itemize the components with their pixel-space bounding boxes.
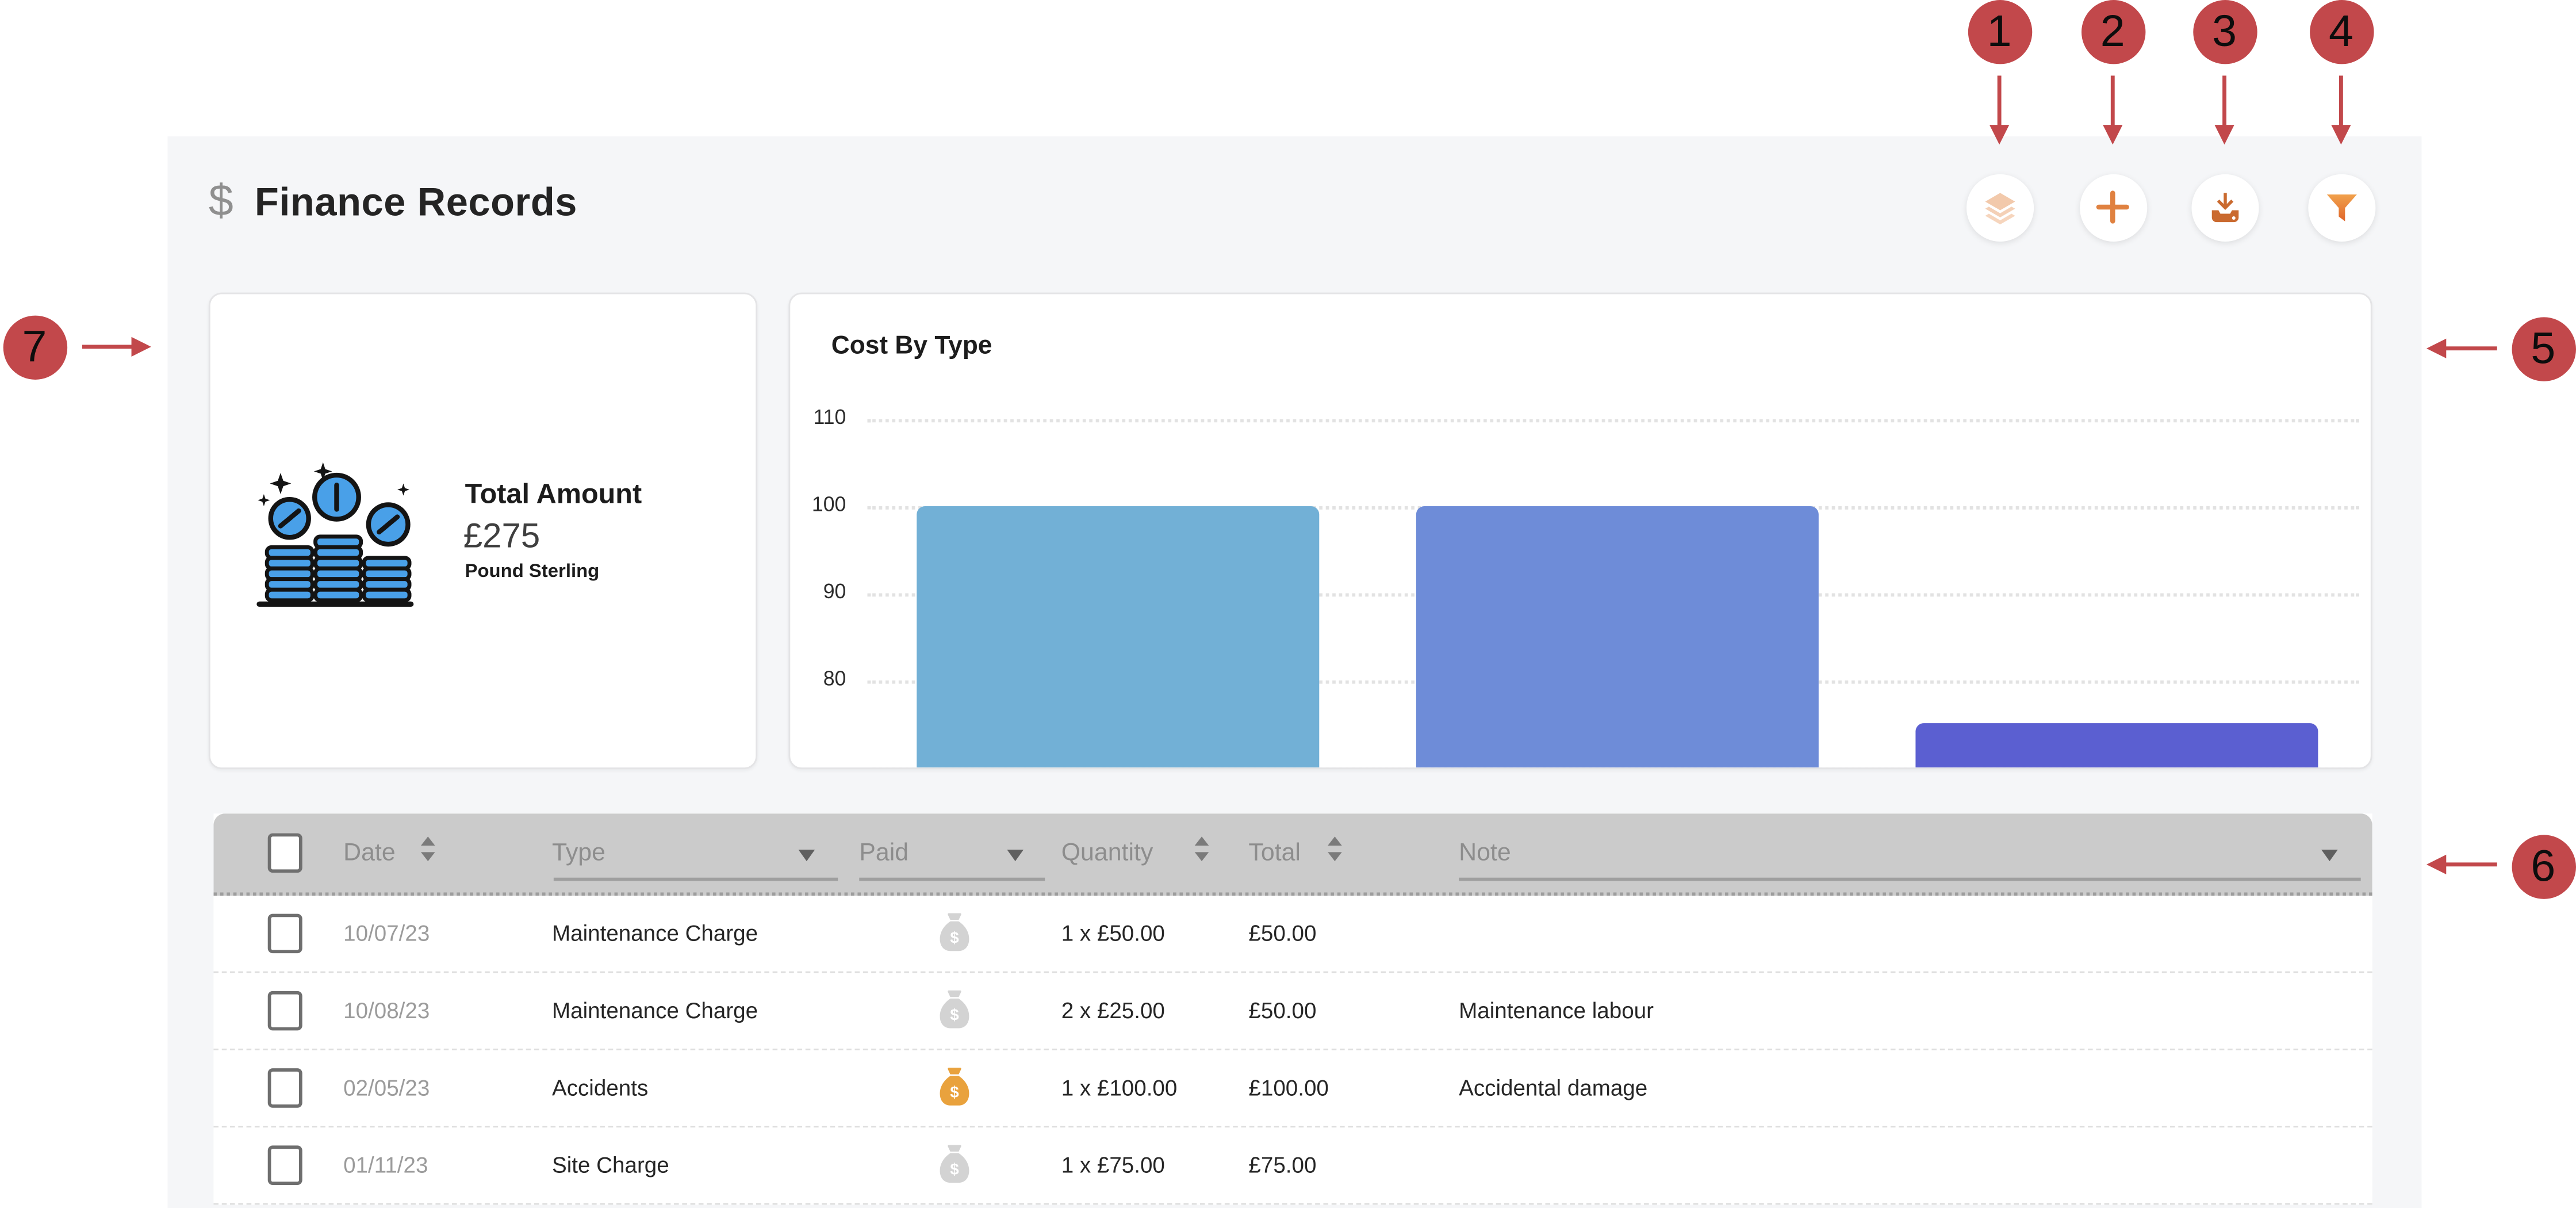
column-header-total[interactable]: Total — [1248, 839, 1301, 867]
annotation-marker-7: 7 — [2, 315, 66, 379]
money-bag-icon: $ — [937, 1143, 973, 1187]
gridline-110 — [868, 418, 2359, 422]
coins-icon — [256, 462, 414, 620]
cell-quantity: 1 x £50.00 — [1061, 921, 1165, 946]
column-header-note[interactable]: Note — [1459, 839, 1511, 867]
row-checkbox[interactable] — [268, 914, 302, 954]
summary-currency: Pound Sterling — [465, 562, 600, 582]
annotation-arrow-3 — [2213, 75, 2236, 144]
annotation-arrow-1 — [1988, 75, 2011, 144]
dollar-icon: $ — [209, 176, 233, 227]
filter-icon — [2322, 188, 2360, 226]
annotation-arrow-6 — [2426, 853, 2497, 876]
cell-total: £75.00 — [1248, 1153, 1316, 1178]
annotation-arrow-5 — [2426, 337, 2497, 360]
bar-site-charge — [1915, 723, 2317, 767]
annotation-marker-3: 3 — [2192, 0, 2256, 63]
annotation-arrow-2 — [2101, 75, 2124, 144]
sort-icon[interactable] — [1193, 836, 1210, 870]
chevron-down-icon[interactable] — [1007, 850, 1023, 861]
column-header-paid[interactable]: Paid — [859, 839, 908, 867]
table-row[interactable]: 10/08/23 Maintenance Charge $ 2 x £25.00… — [213, 973, 2372, 1050]
note-filter-underline — [1459, 878, 2361, 881]
cell-type: Maintenance Charge — [552, 921, 758, 946]
cell-type: Site Charge — [552, 1153, 669, 1178]
cell-type: Accidents — [552, 1076, 648, 1100]
cell-quantity: 2 x £25.00 — [1061, 999, 1165, 1023]
cell-date: 01/11/23 — [343, 1153, 428, 1178]
select-all-checkbox[interactable] — [268, 834, 302, 873]
add-icon — [2093, 188, 2133, 227]
annotation-arrow-7 — [82, 335, 151, 358]
screenshot-root: $ Finance Records — [0, 0, 2576, 1207]
column-header-date[interactable]: Date — [343, 839, 396, 867]
svg-text:$: $ — [950, 1006, 959, 1024]
annotation-marker-4: 4 — [2309, 0, 2373, 63]
cell-total: £50.00 — [1248, 921, 1316, 946]
bar-maintenance-charge — [916, 506, 1318, 768]
summary-title: Total Amount — [465, 478, 642, 511]
row-checkbox[interactable] — [268, 991, 302, 1031]
money-bag-icon: $ — [937, 1066, 973, 1110]
annotation-marker-2: 2 — [2081, 0, 2145, 63]
y-tick-label: 110 — [793, 405, 846, 428]
chevron-down-icon[interactable] — [2321, 850, 2338, 861]
sort-icon[interactable] — [1326, 836, 1344, 870]
svg-text:$: $ — [950, 1083, 959, 1101]
svg-text:$: $ — [950, 928, 959, 946]
table-header: Date Type Paid Quantity Total Note — [213, 813, 2372, 896]
cell-note: Accidental damage — [1459, 1076, 1647, 1100]
money-bag-icon: $ — [937, 989, 973, 1033]
download-icon — [2206, 188, 2244, 226]
chart-card: Cost By Type 110 100 90 80 — [788, 293, 2372, 770]
summary-amount: £275 — [463, 518, 540, 557]
y-tick-label: 100 — [793, 492, 846, 515]
svg-text:$: $ — [950, 1160, 959, 1178]
cell-total: £50.00 — [1248, 999, 1316, 1023]
chart-title: Cost By Type — [831, 332, 992, 361]
summary-card: Total Amount £275 Pound Sterling — [209, 293, 757, 770]
annotation-marker-6: 6 — [2511, 834, 2575, 898]
annotation-arrow-4 — [2329, 75, 2352, 144]
cell-date: 02/05/23 — [343, 1076, 430, 1100]
type-filter-underline — [554, 878, 838, 881]
bar-accidents — [1415, 506, 1818, 768]
chevron-down-icon[interactable] — [799, 850, 815, 861]
column-header-type[interactable]: Type — [552, 839, 605, 867]
y-tick-label: 90 — [793, 579, 846, 602]
page-title: Finance Records — [255, 181, 577, 227]
cell-type: Maintenance Charge — [552, 999, 758, 1023]
table-body: 10/07/23 Maintenance Charge $ 1 x £50.00… — [213, 896, 2372, 1205]
cell-date: 10/08/23 — [343, 999, 430, 1023]
money-bag-icon: $ — [937, 911, 973, 955]
cell-note: Maintenance labour — [1459, 999, 1654, 1023]
layers-icon — [1980, 188, 2018, 226]
y-tick-label: 80 — [793, 667, 846, 690]
finance-table: Date Type Paid Quantity Total Note — [213, 813, 2372, 1205]
annotation-marker-1: 1 — [1967, 0, 2031, 63]
sort-icon[interactable] — [419, 836, 437, 870]
cell-quantity: 1 x £100.00 — [1061, 1076, 1178, 1100]
table-row[interactable]: 10/07/23 Maintenance Charge $ 1 x £50.00… — [213, 896, 2372, 973]
annotation-marker-5: 5 — [2511, 316, 2575, 380]
cell-quantity: 1 x £75.00 — [1061, 1153, 1165, 1178]
paid-filter-underline — [859, 878, 1045, 881]
row-checkbox[interactable] — [268, 1145, 302, 1185]
table-row[interactable]: 01/11/23 Site Charge $ 1 x £75.00 £75.00 — [213, 1127, 2372, 1205]
table-row[interactable]: 02/05/23 Accidents $ 1 x £100.00 £100.00… — [213, 1050, 2372, 1127]
cell-date: 10/07/23 — [343, 921, 430, 946]
bar-chart: 110 100 90 80 — [790, 294, 2371, 767]
row-checkbox[interactable] — [268, 1068, 302, 1108]
column-header-quantity[interactable]: Quantity — [1061, 839, 1153, 867]
cell-total: £100.00 — [1248, 1076, 1328, 1100]
